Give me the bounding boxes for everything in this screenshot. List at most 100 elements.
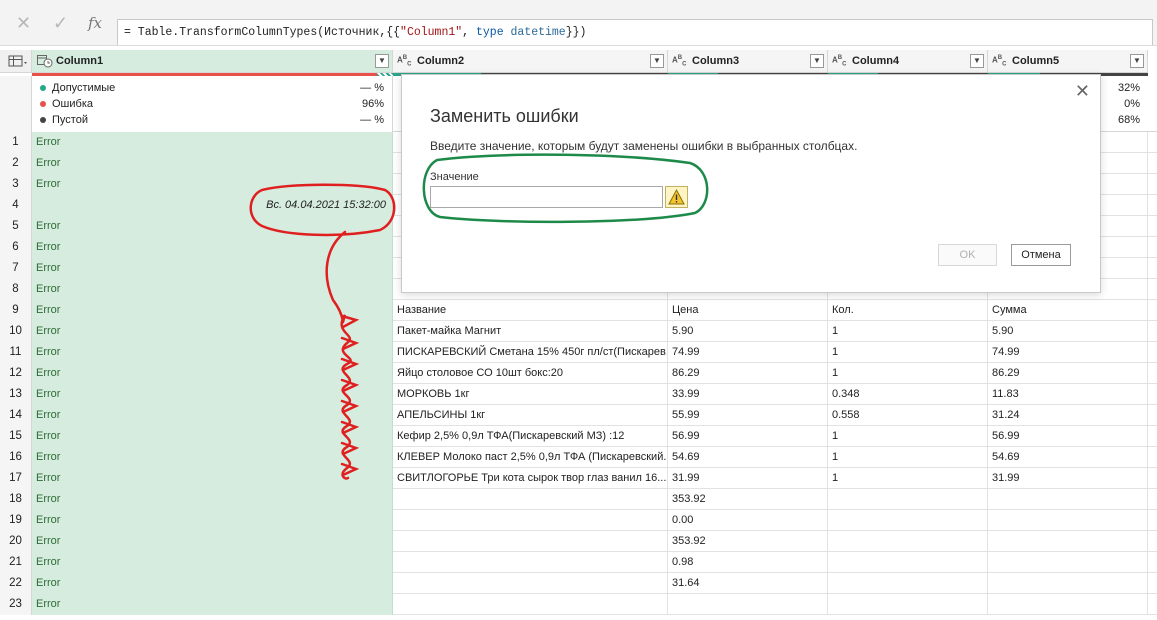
table-row[interactable]: 14 Error АПЕЛЬСИНЫ 1кг 55.99 0.558 31.24 [0, 405, 1157, 426]
cell-column2[interactable] [393, 510, 668, 531]
ok-button[interactable]: OK [938, 244, 997, 266]
cell-column5[interactable] [988, 531, 1148, 552]
error-cell[interactable]: Error [32, 552, 393, 573]
cell-column5[interactable] [988, 489, 1148, 510]
text-type-icon[interactable]: ABC [672, 54, 686, 68]
cell-column5[interactable]: 31.24 [988, 405, 1148, 426]
error-cell[interactable]: Error [32, 174, 393, 195]
error-cell[interactable]: Error [32, 342, 393, 363]
table-row[interactable]: 18 Error 353.92 [0, 489, 1157, 510]
row-number[interactable]: 21 [0, 552, 32, 573]
cell-column4[interactable] [828, 531, 988, 552]
cancel-button[interactable]: Отмена [1011, 244, 1071, 266]
cell-column2[interactable] [393, 531, 668, 552]
error-cell[interactable]: Error [32, 384, 393, 405]
row-number[interactable]: 15 [0, 426, 32, 447]
cell-column3[interactable]: 86.29 [668, 363, 828, 384]
cell-column2[interactable]: СВИТЛОГОРЬЕ Три кота сырок твор глаз ван… [393, 468, 668, 489]
error-cell[interactable]: Error [32, 510, 393, 531]
cell-column5[interactable]: 56.99 [988, 426, 1148, 447]
cell-column5[interactable]: 11.83 [988, 384, 1148, 405]
row-number[interactable]: 1 [0, 132, 32, 153]
table-row[interactable]: 23 Error [0, 594, 1157, 615]
cell-column5[interactable] [988, 552, 1148, 573]
cell-column2[interactable] [393, 552, 668, 573]
text-type-icon[interactable]: ABC [992, 54, 1006, 68]
error-cell[interactable]: Error [32, 489, 393, 510]
column-header-3[interactable]: ABC Column3 ▼ [668, 50, 828, 73]
row-number[interactable]: 6 [0, 237, 32, 258]
cancel-formula-icon[interactable]: ✕ [16, 14, 31, 32]
error-cell[interactable]: Error [32, 216, 393, 237]
cell-column2[interactable] [393, 594, 668, 615]
cell-column4[interactable]: Кол. [828, 300, 988, 321]
cell-column4[interactable] [828, 594, 988, 615]
cell-column3[interactable]: Цена [668, 300, 828, 321]
row-number[interactable]: 23 [0, 594, 32, 615]
cell-column4[interactable] [828, 573, 988, 594]
cell-column4[interactable]: 1 [828, 426, 988, 447]
cell-column5[interactable]: 5.90 [988, 321, 1148, 342]
cell-column2[interactable]: Кефир 2,5% 0,9л ТФА(Пискаревский МЗ) :12 [393, 426, 668, 447]
row-number[interactable]: 12 [0, 363, 32, 384]
cell-column3[interactable]: 5.90 [668, 321, 828, 342]
column-header-4[interactable]: ABC Column4 ▼ [828, 50, 988, 73]
text-type-icon[interactable]: ABC [832, 54, 846, 68]
column-header-5[interactable]: ABC Column5 ▼ [988, 50, 1148, 73]
cell-column5[interactable]: 54.69 [988, 447, 1148, 468]
cell-column3[interactable]: 353.92 [668, 531, 828, 552]
error-cell[interactable]: Error [32, 132, 393, 153]
row-number[interactable]: 14 [0, 405, 32, 426]
error-cell[interactable]: Error [32, 447, 393, 468]
error-cell[interactable]: Error [32, 573, 393, 594]
row-number[interactable]: 11 [0, 342, 32, 363]
formula-input[interactable]: = Table.TransformColumnTypes(Источник,{{… [117, 19, 1153, 45]
column-filter-button[interactable]: ▼ [810, 54, 824, 68]
cell-column5[interactable]: 74.99 [988, 342, 1148, 363]
cell-column2[interactable]: АПЕЛЬСИНЫ 1кг [393, 405, 668, 426]
column-header-2[interactable]: ABC Column2 ▼ [393, 50, 668, 73]
row-number[interactable]: 5 [0, 216, 32, 237]
column-header-1[interactable]: Column1 ▼ [32, 50, 393, 73]
fx-icon[interactable]: fx [88, 14, 102, 32]
cell-column2[interactable] [393, 489, 668, 510]
error-cell[interactable]: Error [32, 153, 393, 174]
row-number[interactable]: 7 [0, 258, 32, 279]
table-row[interactable]: 12 Error Яйцо столовое СО 10шт бокс:20 86.2… [0, 363, 1157, 384]
table-row[interactable]: 9 Error Название Цена Кол. Сумма [0, 300, 1157, 321]
commit-formula-icon[interactable]: ✓ [53, 14, 68, 32]
cell-column3[interactable]: 54.69 [668, 447, 828, 468]
cell-column4[interactable] [828, 510, 988, 531]
cell-column4[interactable]: 1 [828, 363, 988, 384]
cell-column5[interactable]: 31.99 [988, 468, 1148, 489]
error-cell[interactable]: Error [32, 531, 393, 552]
cell-column3[interactable]: 31.64 [668, 573, 828, 594]
cell-column4[interactable]: 1 [828, 447, 988, 468]
row-number[interactable]: 8 [0, 279, 32, 300]
cell-column4[interactable]: 0.348 [828, 384, 988, 405]
cell-column2[interactable]: МОРКОВЬ 1кг [393, 384, 668, 405]
datetime-cell[interactable]: Вс. 04.04.2021 15:32:00 [32, 195, 393, 216]
table-menu-button[interactable] [0, 50, 32, 73]
cell-column3[interactable] [668, 594, 828, 615]
cell-column5[interactable]: 86.29 [988, 363, 1148, 384]
cell-column4[interactable] [828, 489, 988, 510]
table-row[interactable]: 20 Error 353.92 [0, 531, 1157, 552]
warning-button[interactable] [665, 186, 688, 208]
table-row[interactable]: 22 Error 31.64 [0, 573, 1157, 594]
cell-column4[interactable] [828, 552, 988, 573]
row-number[interactable]: 22 [0, 573, 32, 594]
row-number[interactable]: 2 [0, 153, 32, 174]
error-cell[interactable]: Error [32, 468, 393, 489]
row-number[interactable]: 20 [0, 531, 32, 552]
row-number[interactable]: 3 [0, 174, 32, 195]
cell-column4[interactable]: 1 [828, 342, 988, 363]
error-cell[interactable]: Error [32, 258, 393, 279]
row-number[interactable]: 18 [0, 489, 32, 510]
table-row[interactable]: 15 Error Кефир 2,5% 0,9л ТФА(Пискаревский … [0, 426, 1157, 447]
table-row[interactable]: 11 Error ПИСКАРЕВСКИЙ Сметана 15% 450г пл/… [0, 342, 1157, 363]
cell-column2[interactable] [393, 573, 668, 594]
value-input[interactable] [430, 186, 663, 208]
table-row[interactable]: 16 Error КЛЕВЕР Молоко паст 2,5% 0,9л ТФА … [0, 447, 1157, 468]
cell-column3[interactable]: 353.92 [668, 489, 828, 510]
